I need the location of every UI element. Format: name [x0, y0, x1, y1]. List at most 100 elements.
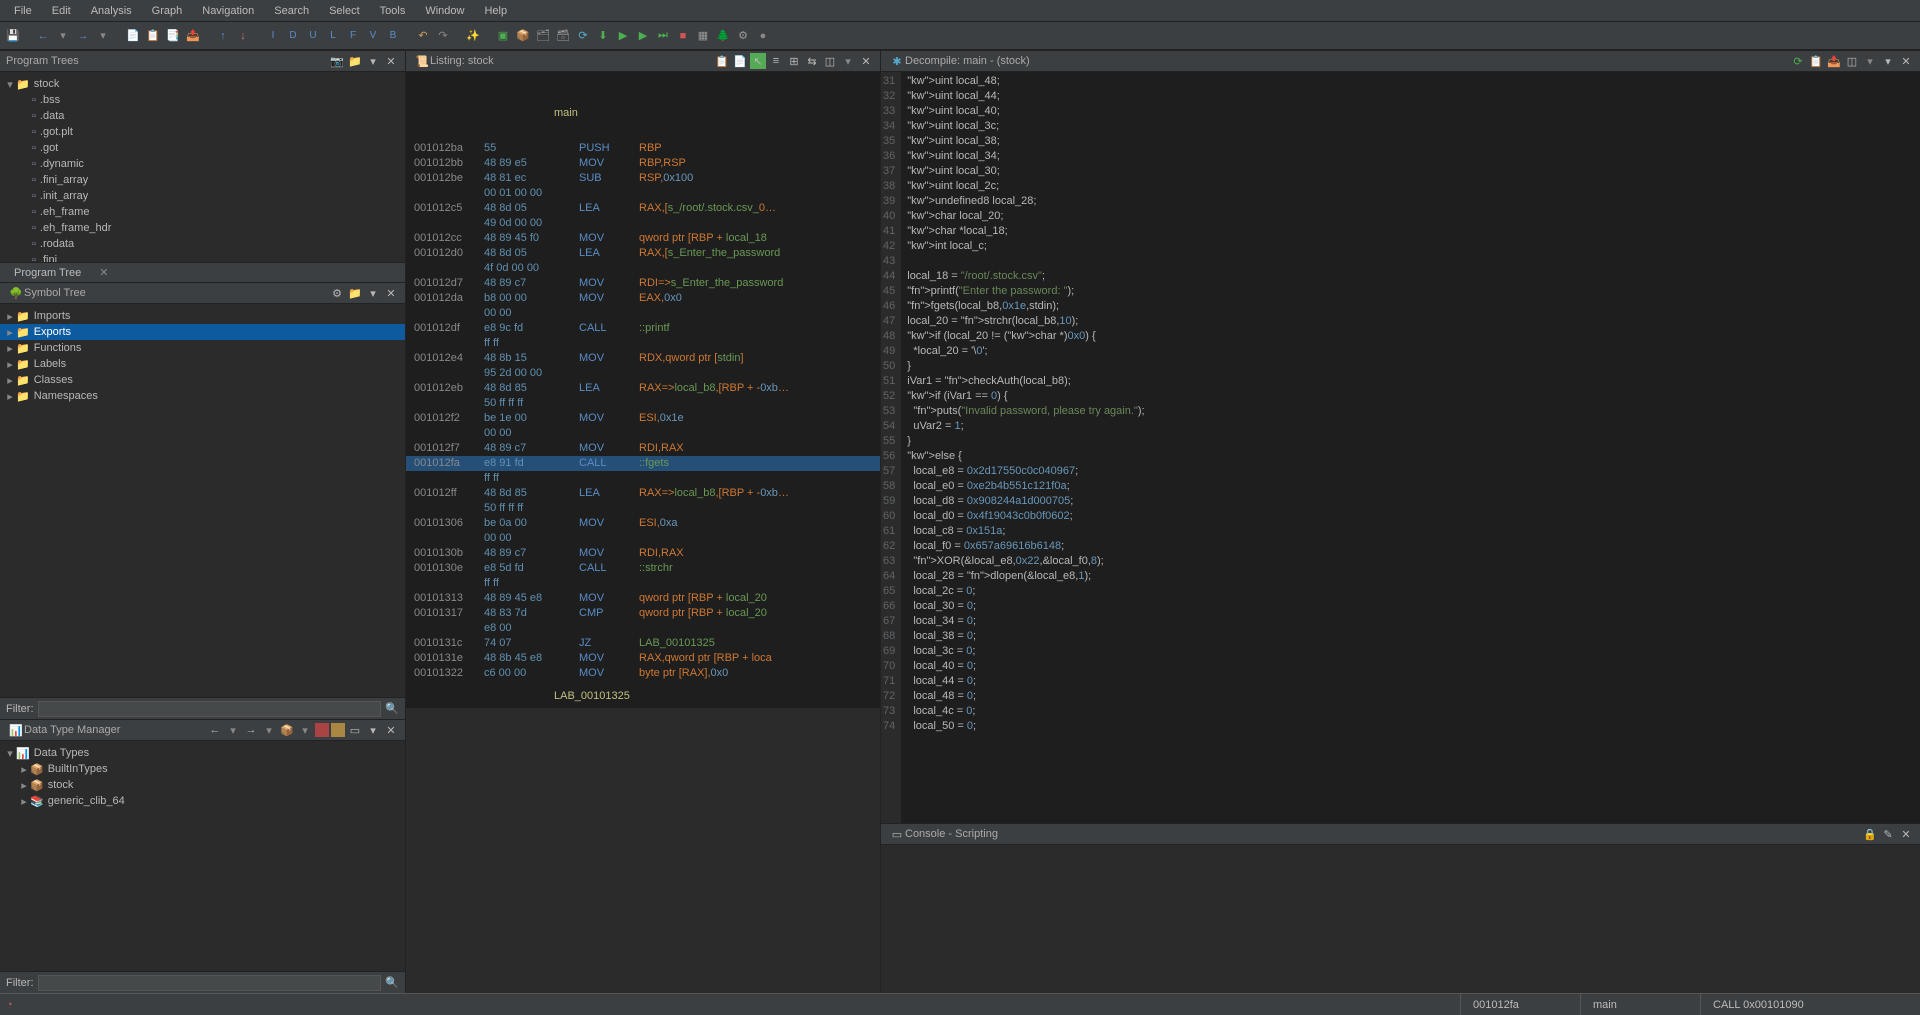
listing-row[interactable]: 001012cc48 89 45 f0MOVqword ptr [RBP + l…: [406, 231, 880, 246]
menu-graph[interactable]: Graph: [142, 2, 193, 20]
dtm-item[interactable]: ▸📦stock: [0, 777, 405, 793]
listing-row[interactable]: 001012bb48 89 e5MOVRBP,RSP: [406, 156, 880, 171]
layout-icon[interactable]: ▦: [694, 27, 712, 45]
up-icon[interactable]: ↑: [214, 27, 232, 45]
redo-icon[interactable]: ↷: [434, 27, 452, 45]
ls-diff-icon[interactable]: ⇆: [804, 53, 820, 69]
u-icon[interactable]: U: [304, 27, 322, 45]
tree-item[interactable]: ▫.got.plt: [0, 124, 405, 140]
dtm-ico4[interactable]: ▭: [347, 722, 363, 738]
save-icon[interactable]: 💾: [4, 27, 22, 45]
tree-item[interactable]: ▫.eh_frame_hdr: [0, 220, 405, 236]
st-ico2[interactable]: 📁: [347, 285, 363, 301]
pt-ico1[interactable]: 📷: [329, 53, 345, 69]
dtm-close-icon[interactable]: ✕: [383, 722, 399, 738]
decompile-view[interactable]: 3132333435363738394041424344454647484950…: [881, 72, 1920, 823]
pkg3-icon[interactable]: 🗃: [554, 27, 572, 45]
fwd-drop-icon[interactable]: ▾: [94, 27, 112, 45]
tree-item[interactable]: ▫.init_array: [0, 188, 405, 204]
listing-row[interactable]: 001012d748 89 c7MOVRDI=>s_Enter_the_pass…: [406, 276, 880, 291]
wand-icon[interactable]: ✨: [464, 27, 482, 45]
dtm-item[interactable]: ▸📚generic_clib_64: [0, 793, 405, 809]
dc-menu-icon[interactable]: ▾: [1880, 53, 1896, 69]
copy-icon[interactable]: 📄: [124, 27, 142, 45]
menu-search[interactable]: Search: [264, 2, 319, 20]
f-icon[interactable]: F: [344, 27, 362, 45]
pkg2-icon[interactable]: 🗂: [534, 27, 552, 45]
fwd-icon[interactable]: →: [74, 27, 92, 45]
listing-row[interactable]: 001012dfe8 9c fdCALL::printf: [406, 321, 880, 336]
menu-edit[interactable]: Edit: [42, 2, 81, 20]
net-icon[interactable]: ⚙: [734, 27, 752, 45]
listing-row[interactable]: 0010131e48 8b 45 e8MOVRAX,qword ptr [RBP…: [406, 651, 880, 666]
listing-row[interactable]: 001012f2be 1e 00MOVESI,0x1e: [406, 411, 880, 426]
tree-item[interactable]: ▫.rodata: [0, 236, 405, 252]
dc-copy-icon[interactable]: 📋: [1808, 53, 1824, 69]
listing-row[interactable]: 001012d048 8d 05LEARAX,[s_Enter_the_pass…: [406, 246, 880, 261]
listing-row[interactable]: 001012f748 89 c7MOVRDI,RAX: [406, 441, 880, 456]
dtm-back-drop-icon[interactable]: ▾: [225, 722, 241, 738]
console-close-icon[interactable]: ✕: [1898, 826, 1914, 842]
symbol-item[interactable]: ▸📁Imports: [0, 308, 405, 324]
console-clear-icon[interactable]: ✎: [1880, 826, 1896, 842]
dtm-item[interactable]: ▾📊Data Types: [0, 745, 405, 761]
dtm-ico1[interactable]: 📦: [279, 722, 295, 738]
down-icon[interactable]: ↓: [234, 27, 252, 45]
copy2-icon[interactable]: 📑: [164, 27, 182, 45]
tree-item[interactable]: ▫.fini_array: [0, 172, 405, 188]
menu-tools[interactable]: Tools: [370, 2, 416, 20]
pkg-icon[interactable]: 📦: [514, 27, 532, 45]
listing-row[interactable]: 0010131c74 07JZLAB_00101325: [406, 636, 880, 651]
dc-export-icon[interactable]: 📤: [1826, 53, 1842, 69]
listing-row[interactable]: 0010131348 89 45 e8MOVqword ptr [RBP + l…: [406, 591, 880, 606]
dc-snap-drop-icon[interactable]: ▾: [1862, 53, 1878, 69]
play-icon[interactable]: ▶: [614, 27, 632, 45]
symbol-filter-input[interactable]: [38, 701, 382, 717]
pt-ico2[interactable]: 📁: [347, 53, 363, 69]
l-icon[interactable]: L: [324, 27, 342, 45]
console-body[interactable]: [881, 845, 1920, 993]
tree-item[interactable]: ▫.got: [0, 140, 405, 156]
tree-item[interactable]: ▫.data: [0, 108, 405, 124]
dtm-ico1d[interactable]: ▾: [297, 722, 313, 738]
b-icon[interactable]: B: [384, 27, 402, 45]
program-tree-tab[interactable]: Program Tree: [6, 265, 89, 281]
i-icon[interactable]: I: [264, 27, 282, 45]
listing-row[interactable]: 0010130b48 89 c7MOVRDI,RAX: [406, 546, 880, 561]
export-icon[interactable]: 📤: [184, 27, 202, 45]
listing-row[interactable]: 001012ba55PUSHRBP: [406, 141, 880, 156]
listing-row[interactable]: 001012dab8 00 00MOVEAX,0x0: [406, 291, 880, 306]
listing-row[interactable]: 001012fae8 91 fdCALL::fgets: [406, 456, 880, 471]
ls-bytes-icon[interactable]: ⊞: [786, 53, 802, 69]
refresh-icon[interactable]: ⟳: [574, 27, 592, 45]
dtm-back-icon[interactable]: ←: [207, 722, 223, 738]
symbol-item[interactable]: ▸📁Functions: [0, 340, 405, 356]
menu-select[interactable]: Select: [319, 2, 370, 20]
console-lock-icon[interactable]: 🔒: [1862, 826, 1878, 842]
ls-cursor-icon[interactable]: ↖: [750, 53, 766, 69]
symbol-item[interactable]: ▸📁Exports: [0, 324, 405, 340]
ls-copy-icon[interactable]: 📋: [714, 53, 730, 69]
tree-item[interactable]: ▫.eh_frame: [0, 204, 405, 220]
listing-view[interactable]: main 001012ba55PUSHRBP001012bb48 89 e5MO…: [406, 72, 880, 708]
menu-window[interactable]: Window: [415, 2, 474, 20]
ls-paste-icon[interactable]: 📄: [732, 53, 748, 69]
dtm-item[interactable]: ▸📦BuiltInTypes: [0, 761, 405, 777]
tree-icon[interactable]: 🌲: [714, 27, 732, 45]
dtm-fwd-icon[interactable]: →: [243, 722, 259, 738]
dtm-fwd-drop-icon[interactable]: ▾: [261, 722, 277, 738]
listing-row[interactable]: 0010131748 83 7dCMPqword ptr [RBP + loca…: [406, 606, 880, 621]
undo-icon[interactable]: ↶: [414, 27, 432, 45]
listing-row[interactable]: 001012c548 8d 05LEARAX,[s_/root/.stock.c…: [406, 201, 880, 216]
ls-flow-icon[interactable]: ≡: [768, 53, 784, 69]
st-menu-icon[interactable]: ▾: [365, 285, 381, 301]
st-close-icon[interactable]: ✕: [383, 285, 399, 301]
tree-root[interactable]: ▾📁stock: [0, 76, 405, 92]
d-icon[interactable]: D: [284, 27, 302, 45]
tab-close-icon[interactable]: ✕: [91, 264, 116, 281]
listing-row[interactable]: 0010130ee8 5d fdCALL::strchr: [406, 561, 880, 576]
tree-item[interactable]: ▫.dynamic: [0, 156, 405, 172]
dtm-ico2[interactable]: [315, 723, 329, 737]
step-icon[interactable]: ⏭: [654, 27, 672, 45]
tree-item[interactable]: ▫.bss: [0, 92, 405, 108]
